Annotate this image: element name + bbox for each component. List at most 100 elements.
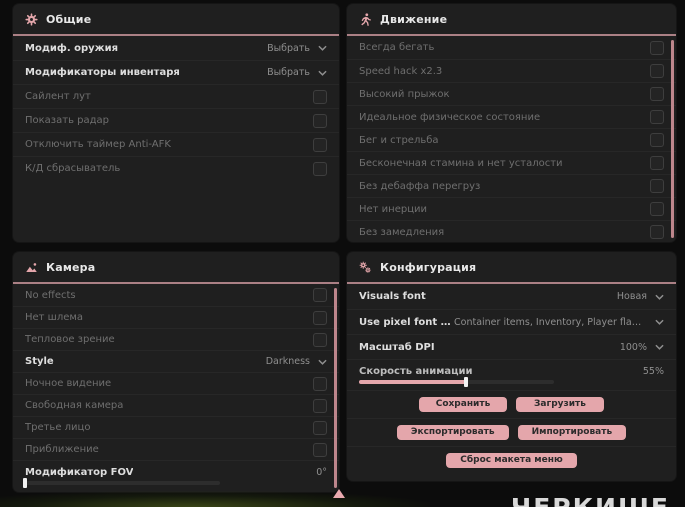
- infinite-stamina-checkbox[interactable]: [650, 156, 664, 170]
- row-style: Style Darkness: [13, 350, 339, 372]
- config-buttons-row-1: Сохранить Загрузить: [347, 390, 676, 418]
- panel-config-header[interactable]: Конфигурация: [347, 252, 676, 284]
- setting-label: Без дебаффа перегруз: [359, 180, 481, 192]
- save-button[interactable]: Сохранить: [419, 397, 507, 412]
- no-helmet-checkbox[interactable]: [313, 310, 327, 325]
- always-run-checkbox[interactable]: [650, 40, 664, 55]
- panel-general: Общие Модиф. оружия Выбрать Модификаторы…: [13, 4, 339, 242]
- dropdown-value: Выбрать: [267, 67, 310, 78]
- high-jump-checkbox[interactable]: [650, 87, 664, 101]
- dropdown-value: Выбрать: [267, 42, 310, 54]
- import-button[interactable]: Импортировать: [517, 425, 627, 440]
- no-effects-checkbox[interactable]: [313, 288, 327, 302]
- third-person-checkbox[interactable]: [313, 420, 327, 435]
- setting-label: No effects: [25, 289, 76, 301]
- chevron-down-icon: [655, 294, 664, 300]
- game-background-glow: [0, 491, 430, 507]
- row-third-person: Третье лицо: [13, 416, 339, 438]
- export-button[interactable]: Экспортировать: [396, 425, 509, 440]
- config-buttons-row-2: Экспортировать Импортировать: [347, 418, 676, 446]
- row-silent-loot: Сайлент лут: [13, 84, 339, 108]
- panel-movement-header[interactable]: Движение: [347, 4, 676, 36]
- setting-label: Свободная камера: [25, 400, 124, 411]
- show-radar-checkbox[interactable]: [313, 113, 327, 128]
- setting-label: Высокий прыжок: [359, 88, 450, 100]
- no-inertia-checkbox[interactable]: [650, 202, 664, 216]
- row-weapon-mod: Модиф. оружия Выбрать: [13, 36, 339, 60]
- camera-scrollbar[interactable]: [334, 288, 337, 488]
- zoom-checkbox[interactable]: [313, 442, 327, 457]
- silent-loot-checkbox[interactable]: [313, 89, 327, 104]
- slider-fill: [359, 377, 469, 387]
- row-no-slowdown: Без замедления: [347, 220, 676, 243]
- slider-handle[interactable]: [464, 377, 469, 387]
- row-thermal-vision: Тепловое зрение: [13, 328, 339, 350]
- animation-speed-slider[interactable]: [359, 377, 554, 387]
- setting-label: Use pixel font for: [359, 316, 454, 328]
- free-camera-checkbox[interactable]: [313, 398, 327, 413]
- setting-label: Сайлент лут: [25, 91, 91, 102]
- setting-label: Бег и стрельба: [359, 134, 439, 146]
- row-speed-hack: Speed hack x2.3: [347, 59, 676, 82]
- dropdown-value: 100%: [619, 341, 647, 353]
- reset-layout-button[interactable]: Сброс макета меню: [446, 453, 577, 468]
- anti-afk-checkbox[interactable]: [313, 137, 327, 152]
- panel-general-header[interactable]: Общие: [13, 4, 339, 36]
- run-and-shoot-checkbox[interactable]: [650, 133, 664, 147]
- gear-icon: [25, 12, 38, 26]
- image-icon: [25, 261, 38, 274]
- setting-label: Показать радар: [25, 115, 110, 126]
- visuals-font-dropdown[interactable]: Новая: [617, 291, 664, 302]
- cooldown-reset-checkbox[interactable]: [313, 161, 327, 176]
- chevron-down-icon: [318, 45, 327, 51]
- setting-label: Модиф. оружия: [25, 42, 119, 54]
- load-button[interactable]: Загрузить: [516, 397, 604, 412]
- perfect-condition-checkbox[interactable]: [650, 110, 664, 124]
- thermal-vision-checkbox[interactable]: [313, 332, 327, 347]
- no-slowdown-checkbox[interactable]: [650, 225, 664, 239]
- row-anti-afk: Отключить таймер Anti-AFK: [13, 132, 339, 156]
- panel-title: Конфигурация: [380, 260, 477, 274]
- slider-value: 0°: [316, 466, 327, 478]
- setting-label: Отключить таймер Anti-AFK: [25, 139, 171, 150]
- watermark-text: ЧЕРКИШЕ: [511, 493, 670, 507]
- movement-scrollbar[interactable]: [671, 40, 674, 238]
- slider-value: 55%: [642, 366, 664, 377]
- setting-label: Всегда бегать: [359, 42, 435, 53]
- speed-hack-checkbox[interactable]: [650, 64, 664, 78]
- weapon-mod-dropdown[interactable]: Выбрать: [267, 43, 327, 54]
- night-vision-checkbox[interactable]: [313, 376, 327, 391]
- runner-icon: [359, 12, 372, 26]
- row-fov-modifier: Модификатор FOV 0°: [13, 460, 339, 490]
- cursor-pointer: [333, 489, 345, 498]
- row-high-jump: Высокий прыжок: [347, 82, 676, 105]
- panel-config: Конфигурация Visuals font Новая Use pixe…: [347, 252, 676, 481]
- setting-label: Без замедления: [359, 226, 445, 238]
- chevron-down-icon: [655, 319, 664, 325]
- inventory-mods-dropdown[interactable]: Выбрать: [267, 67, 327, 78]
- row-zoom: Приближение: [13, 438, 339, 460]
- setting-label: Модификаторы инвентаря: [25, 67, 180, 78]
- row-inventory-mods: Модификаторы инвентаря Выбрать: [13, 60, 339, 84]
- setting-label: Бесконечная стамина и нет усталости: [359, 157, 563, 169]
- row-no-helmet: Нет шлема: [13, 306, 339, 328]
- setting-label: Ночное видение: [25, 378, 112, 389]
- row-perfect-condition: Идеальное физическое состояние: [347, 105, 676, 128]
- pixel-font-dropdown[interactable]: Container items, Inventory, Player flags…: [454, 317, 664, 328]
- setting-label: Модификатор FOV: [25, 466, 134, 478]
- setting-label: Нет шлема: [25, 312, 84, 323]
- no-overload-debuff-checkbox[interactable]: [650, 179, 664, 193]
- fov-slider[interactable]: [23, 477, 220, 488]
- dpi-scale-dropdown[interactable]: 100%: [620, 342, 664, 353]
- slider-handle[interactable]: [23, 477, 27, 488]
- panel-camera-header[interactable]: Камера: [13, 252, 339, 284]
- setting-label: Третье лицо: [25, 422, 91, 433]
- setting-label: Тепловое зрение: [25, 334, 115, 345]
- style-dropdown[interactable]: Darkness: [266, 356, 327, 367]
- row-always-run: Всегда бегать: [347, 36, 676, 59]
- row-animation-speed: Скорость анимации 55%: [347, 359, 676, 390]
- row-no-effects: No effects: [13, 284, 339, 306]
- dropdown-value: Новая: [616, 291, 647, 302]
- row-show-radar: Показать радар: [13, 108, 339, 132]
- row-pixel-font: Use pixel font for Container items, Inve…: [347, 309, 676, 334]
